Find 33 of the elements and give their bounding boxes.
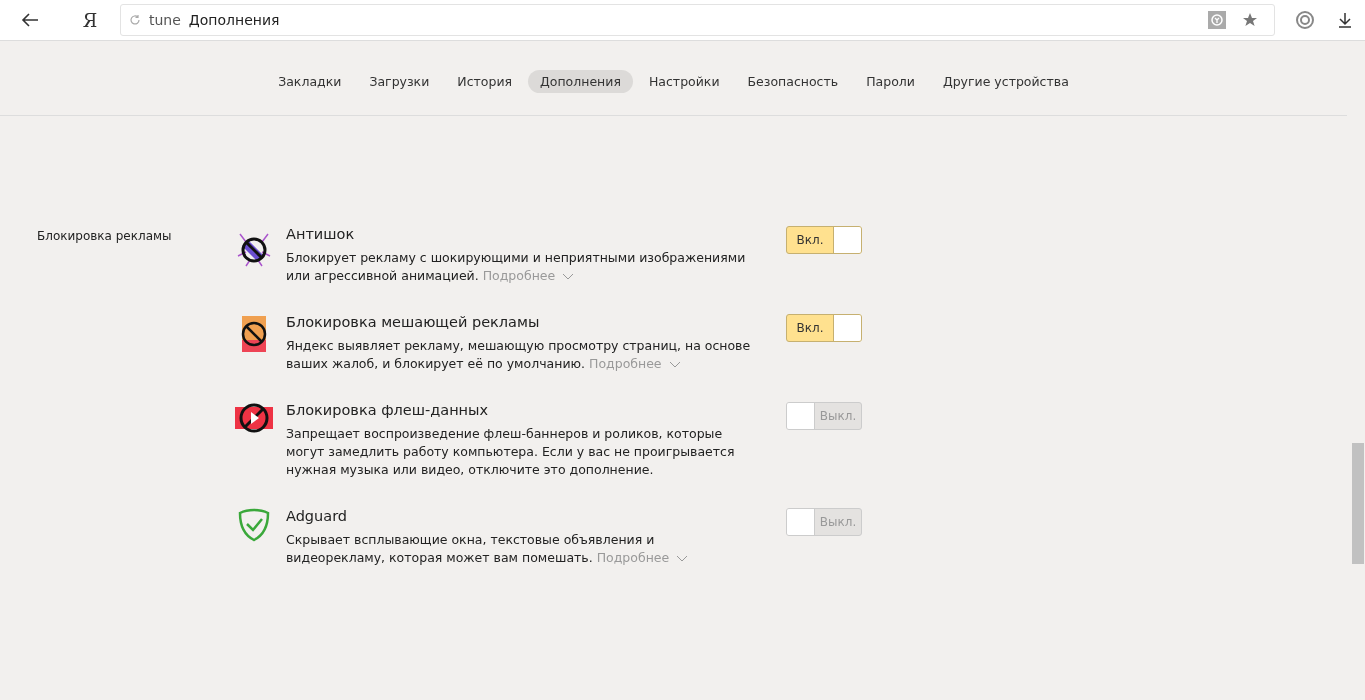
toggle-switch[interactable]: Вкл. — [786, 314, 862, 342]
nav-tab[interactable]: Пароли — [854, 70, 927, 93]
download-icon — [1338, 12, 1352, 28]
yandex-logo-button[interactable]: Я — [60, 5, 120, 35]
nav-tab[interactable]: Безопасность — [735, 70, 851, 93]
chevron-down-icon — [676, 555, 689, 562]
extension-description: Яндекс выявляет рекламу, мешающую просмотру страниц, на основе ваших жалоб, и блокирует её по умолчанию. Подробнее — [286, 337, 752, 373]
address-bar[interactable]: tune Дополнения — [120, 4, 1275, 36]
extension-description: Запрещает воспроизведение флеш-баннеров и роликов, которые могут замедлить работу компьютера. Если у вас не проигрывается нужная музыка или видео, отключите это дополнение. — [286, 425, 736, 479]
crossed-play-icon — [235, 402, 273, 434]
nav-tab[interactable]: История — [445, 70, 525, 93]
shield-check-icon — [238, 508, 270, 542]
chevron-down-icon — [562, 273, 575, 280]
address-title: Дополнения — [188, 12, 280, 28]
nav-tab[interactable]: Настройки — [636, 70, 732, 93]
star-icon[interactable] — [1242, 12, 1258, 28]
chevron-down-icon — [668, 361, 681, 368]
ring-icon — [1295, 10, 1315, 30]
extension-description: Скрывает всплывающие окна, текстовые объявления и видеорекламу, которая может вам помешать. Подробнее — [286, 531, 756, 567]
nav-tab[interactable]: Закладки — [266, 70, 354, 93]
extension-description: Блокирует рекламу с шокирующими и неприятными изображениями или агрессивной анимацией. Подробнее — [286, 249, 747, 285]
address-prefix: tune — [149, 12, 181, 28]
extension-name: Антишок — [286, 226, 356, 242]
section-title: Блокировка рекламы — [37, 229, 173, 245]
nav-tab[interactable]: Дополнения — [528, 70, 633, 93]
back-arrow-icon — [21, 13, 39, 27]
nav-tab[interactable]: Другие устройства — [930, 70, 1081, 93]
reload-icon — [129, 14, 141, 26]
toggle-switch[interactable]: Вкл. — [786, 226, 862, 254]
extension-name: Блокировка мешающей рекламы — [286, 314, 541, 330]
nav-tab[interactable]: Загрузки — [357, 70, 442, 93]
extension-name: Блокировка флеш-данных — [286, 402, 490, 418]
extension-name: Adguard — [286, 508, 349, 524]
